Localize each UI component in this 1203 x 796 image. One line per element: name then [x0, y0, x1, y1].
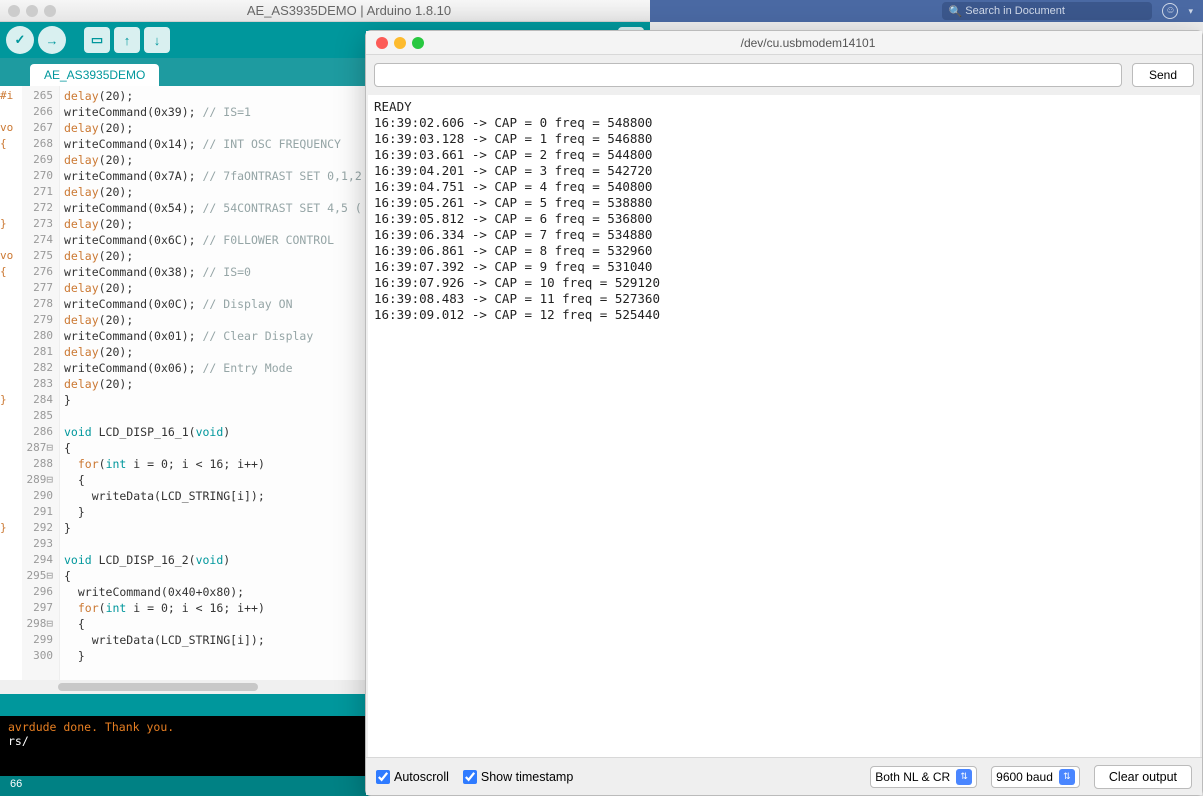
window-title: AE_AS3935DEMO | Arduino 1.8.10 [56, 3, 642, 18]
chevron-down-icon[interactable]: ▾ [1188, 6, 1193, 17]
search-icon: 🔍 [948, 5, 965, 18]
serial-input[interactable] [374, 63, 1122, 87]
timestamp-checkbox[interactable]: Show timestamp [463, 770, 573, 784]
save-button[interactable]: ↓ [144, 27, 170, 53]
line-ending-select[interactable]: Both NL & CR⇅ [870, 766, 977, 788]
chevron-updown-icon: ⇅ [1059, 769, 1075, 785]
clear-output-button[interactable]: Clear output [1094, 765, 1192, 789]
traffic-lights[interactable] [8, 5, 56, 17]
open-button[interactable]: ↑ [114, 27, 140, 53]
traffic-lights[interactable] [376, 37, 424, 49]
baud-select[interactable]: 9600 baud⇅ [991, 766, 1080, 788]
background-toolbar: 🔍 Search in Document ☺ ▾ [650, 0, 1203, 22]
autoscroll-checkbox[interactable]: Autoscroll [376, 770, 449, 784]
serial-output[interactable]: READY16:39:02.606 -> CAP = 0 freq = 5488… [368, 95, 1200, 757]
ide-titlebar: AE_AS3935DEMO | Arduino 1.8.10 [0, 0, 650, 22]
send-button[interactable]: Send [1132, 63, 1194, 87]
search-placeholder: Search in Document [965, 5, 1065, 17]
serial-footer: Autoscroll Show timestamp Both NL & CR⇅ … [366, 757, 1202, 795]
serial-input-row: Send [366, 55, 1202, 95]
chevron-updown-icon: ⇅ [956, 769, 972, 785]
search-input[interactable]: 🔍 Search in Document [942, 2, 1152, 20]
line-indicator: 66 [10, 778, 22, 790]
tab-sketch[interactable]: AE_AS3935DEMO [30, 64, 159, 86]
new-button[interactable]: ▭ [84, 27, 110, 53]
upload-button[interactable]: → [38, 26, 66, 54]
verify-button[interactable]: ✓ [6, 26, 34, 54]
serial-monitor-window: /dev/cu.usbmodem14101 Send READY16:39:02… [365, 30, 1203, 796]
face-icon[interactable]: ☺ [1162, 3, 1178, 19]
serial-title: /dev/cu.usbmodem14101 [424, 36, 1192, 50]
serial-titlebar: /dev/cu.usbmodem14101 [366, 31, 1202, 55]
